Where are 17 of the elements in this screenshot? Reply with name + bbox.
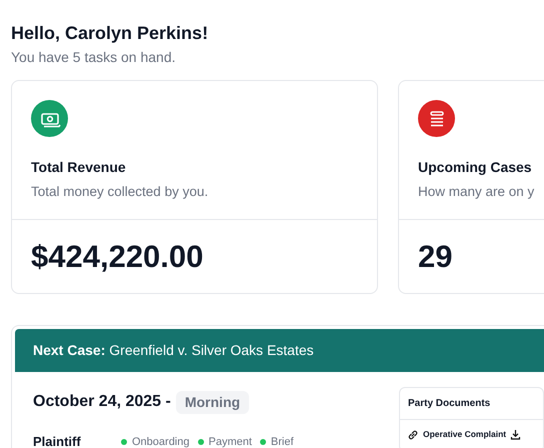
greeting-title: Hello, Carolyn Perkins! [11,22,210,44]
party-role: Plaintiff [33,433,82,448]
documents-title: Party Documents [400,388,543,420]
stat-title: Upcoming Cases [418,158,533,177]
time-badge: Morning [176,390,250,414]
stat-title: Total Revenue [31,158,127,177]
step-label: Brief [270,434,294,448]
case-date: October 24, 2025 - [33,392,171,412]
step-label: Payment [208,434,252,448]
case-title: Next Case: Greenfield v. Silver Oaks Estates [33,342,314,358]
stat-description: Total money collected by you. [31,183,210,201]
stat-description: How many are on y [418,183,536,201]
stat-value: 29 [417,238,454,276]
greeting-subtitle: You have 5 tasks on hand. [11,48,176,67]
document-link[interactable]: Operative Complaint [423,428,506,441]
stat-value: $424,220.00 [30,238,204,276]
step-label: Onboarding [132,434,190,448]
